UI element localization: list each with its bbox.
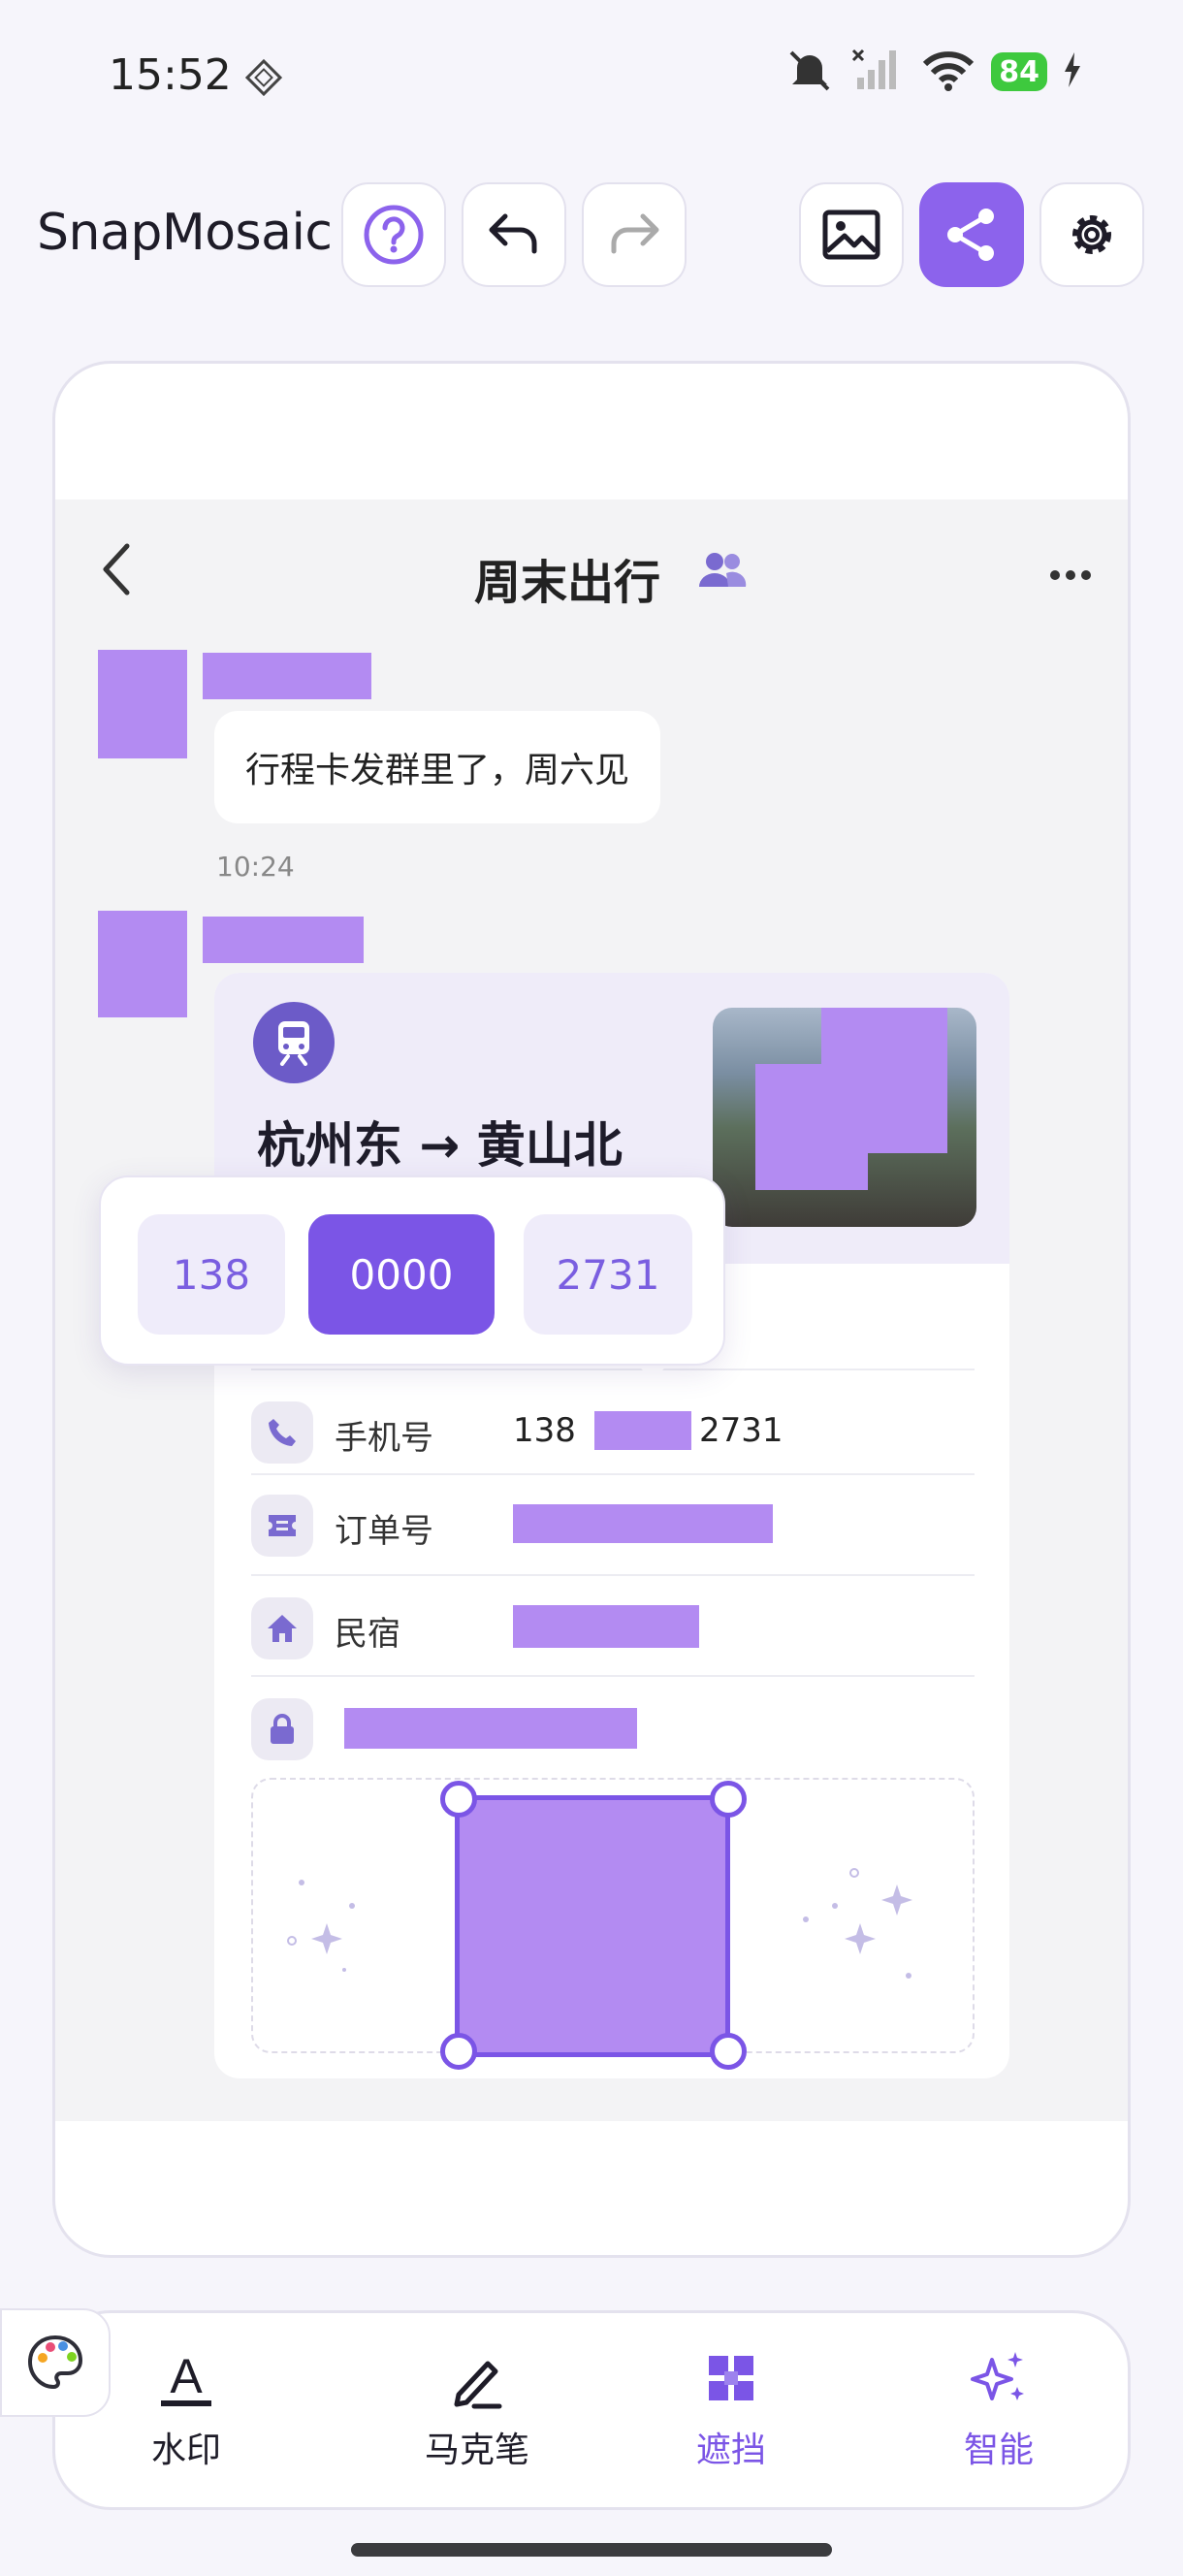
cellular-signal-icon bbox=[851, 47, 906, 97]
resize-handle-top-left[interactable] bbox=[440, 1781, 477, 1818]
segment-chip-first[interactable]: 138 bbox=[138, 1214, 285, 1335]
redo-icon bbox=[611, 213, 659, 254]
trip-card: 杭州东 → 黄山北 手机号 138 2731 订单号 民宿 bbox=[214, 973, 1009, 2078]
more-options-icon bbox=[1048, 567, 1093, 586]
palette-icon bbox=[27, 2334, 83, 2390]
name-mosaic bbox=[203, 653, 371, 699]
redo-button[interactable] bbox=[582, 182, 687, 287]
lock-icon bbox=[251, 1698, 313, 1760]
row-divider bbox=[251, 1473, 975, 1475]
tool-marker-label: 马克笔 bbox=[424, 2431, 529, 2470]
help-icon bbox=[364, 205, 424, 265]
tool-smart[interactable]: 智能 bbox=[936, 2346, 1062, 2472]
color-palette-button[interactable] bbox=[0, 2308, 111, 2417]
back-chevron-icon bbox=[96, 540, 135, 602]
message-timestamp: 10:24 bbox=[216, 851, 295, 883]
battery-indicator: 84 bbox=[991, 52, 1047, 91]
resize-handle-top-right[interactable] bbox=[710, 1781, 747, 1818]
row-divider bbox=[251, 1574, 975, 1576]
tool-watermark-label: 水印 bbox=[150, 2431, 221, 2470]
segment-mask-popup: 138 0000 2731 bbox=[99, 1175, 725, 1366]
settings-button[interactable] bbox=[1039, 182, 1144, 287]
svg-text:A: A bbox=[170, 2349, 203, 2403]
home-icon bbox=[251, 1597, 313, 1659]
status-time: 15:52 bbox=[109, 50, 232, 100]
phone-prefix: 138 bbox=[513, 1411, 576, 1450]
avatar-mosaic bbox=[98, 650, 187, 758]
train-icon bbox=[253, 1002, 335, 1083]
ticket-icon bbox=[251, 1495, 313, 1557]
chat-title: 周末出行 bbox=[474, 556, 661, 610]
sparkle-decoration-icon bbox=[803, 1868, 912, 1979]
mute-icon bbox=[783, 47, 836, 97]
trip-route: 杭州东 → 黄山北 bbox=[257, 1117, 623, 1174]
resize-handle-bottom-left[interactable] bbox=[440, 2033, 477, 2070]
row-divider bbox=[251, 1675, 975, 1677]
wifi-icon bbox=[921, 48, 975, 95]
marker-pen-icon bbox=[454, 2361, 502, 2409]
order-number-mosaic bbox=[513, 1504, 773, 1543]
segment-chip-middle-selected[interactable]: 0000 bbox=[308, 1214, 495, 1335]
trip-photo bbox=[713, 1008, 976, 1227]
watermark-text-icon: A bbox=[161, 2349, 211, 2406]
avatar-mosaic bbox=[98, 911, 187, 1017]
face-mosaic bbox=[755, 1064, 868, 1190]
image-button[interactable] bbox=[799, 182, 904, 287]
help-button[interactable] bbox=[341, 182, 446, 287]
undo-icon bbox=[489, 213, 537, 254]
gear-icon bbox=[1072, 215, 1111, 254]
password-mosaic bbox=[344, 1708, 637, 1749]
row-divider bbox=[251, 1368, 975, 1370]
signal-indicator-icon bbox=[244, 58, 283, 101]
group-icon bbox=[695, 548, 750, 595]
resize-handle-bottom-right[interactable] bbox=[710, 2033, 747, 2070]
phone-suffix: 2731 bbox=[699, 1411, 783, 1450]
bottom-tool-bar: A 水印 马克笔 遮挡 智能 bbox=[52, 2310, 1131, 2510]
status-icons: 84 bbox=[783, 47, 1082, 97]
selected-mosaic-block[interactable] bbox=[455, 1795, 730, 2057]
sparkle-icon bbox=[971, 2352, 1024, 2400]
tool-mosaic-block[interactable]: 遮挡 bbox=[668, 2346, 794, 2472]
message-bubble: 行程卡发群里了，周六见 bbox=[214, 711, 661, 823]
homestay-mosaic bbox=[513, 1605, 699, 1648]
phone-icon bbox=[251, 1401, 313, 1464]
homestay-label: 民宿 bbox=[335, 1615, 400, 1654]
phone-label: 手机号 bbox=[335, 1419, 433, 1458]
tool-watermark[interactable]: A 水印 bbox=[123, 2346, 249, 2472]
phone-middle-mosaic bbox=[594, 1411, 691, 1450]
tool-marker[interactable]: 马克笔 bbox=[390, 2346, 564, 2472]
name-mosaic bbox=[203, 917, 364, 963]
undo-button[interactable] bbox=[462, 182, 566, 287]
order-label: 订单号 bbox=[335, 1512, 433, 1551]
share-button[interactable] bbox=[919, 182, 1024, 287]
tool-smart-label: 智能 bbox=[963, 2431, 1034, 2470]
segment-chip-last[interactable]: 2731 bbox=[524, 1214, 692, 1335]
mosaic-grid-icon bbox=[709, 2356, 753, 2400]
charging-icon bbox=[1063, 50, 1082, 93]
tool-mosaic-block-label: 遮挡 bbox=[695, 2431, 766, 2470]
sparkle-decoration-icon bbox=[287, 1880, 355, 1972]
image-icon bbox=[822, 209, 880, 260]
home-indicator bbox=[351, 2543, 832, 2557]
share-icon bbox=[947, 209, 994, 261]
app-title: SnapMosaic bbox=[37, 204, 333, 262]
